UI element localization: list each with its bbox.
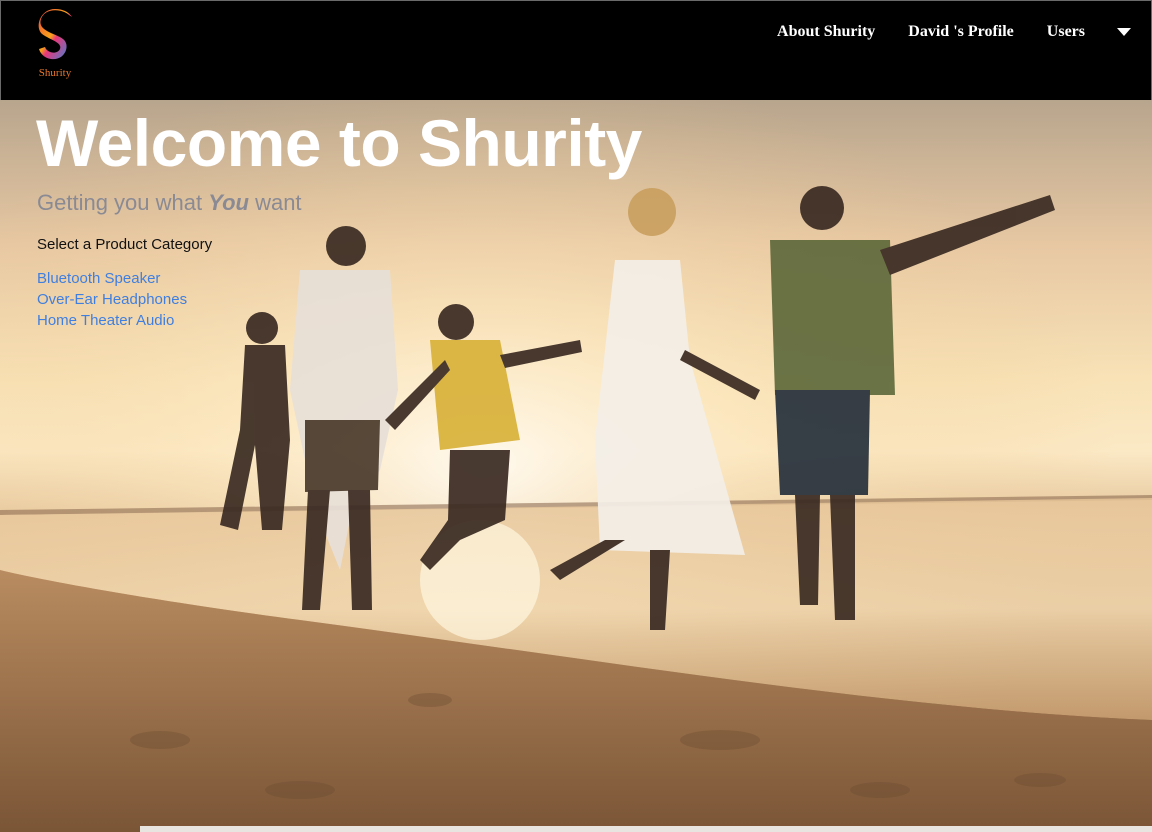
subtitle-text-after: want (248, 190, 302, 215)
subtitle-emphasis: You (208, 190, 249, 215)
brand-logo[interactable]: Shurity (31, 7, 79, 89)
nav-profile-link[interactable]: David 's Profile (908, 21, 1013, 43)
hero-banner: Welcome to Shurity Getting you what You … (0, 100, 1152, 832)
nav-about-link[interactable]: About Shurity (777, 21, 875, 43)
top-navbar: Shurity About Shurity David 's Profile U… (0, 0, 1152, 100)
brand-name: Shurity (38, 67, 72, 79)
nav-users-link[interactable]: Users (1047, 21, 1085, 43)
category-link-bluetooth-speaker[interactable]: Bluetooth Speaker (37, 268, 187, 289)
hero-subtitle: Getting you what You want (37, 189, 302, 217)
subtitle-text-before: Getting you what (37, 190, 209, 215)
category-link-over-ear-headphones[interactable]: Over-Ear Headphones (37, 289, 187, 310)
nav-menu: About Shurity David 's Profile Users (744, 21, 1133, 43)
category-list: Bluetooth Speaker Over-Ear Headphones Ho… (37, 268, 187, 331)
category-link-home-theater-audio[interactable]: Home Theater Audio (37, 310, 187, 331)
shurity-s-logo-icon (38, 9, 72, 60)
caret-down-icon[interactable] (1117, 21, 1133, 43)
hero-title: Welcome to Shurity (36, 106, 642, 180)
category-heading: Select a Product Category (37, 236, 213, 253)
bottom-edge-strip (140, 826, 1152, 832)
